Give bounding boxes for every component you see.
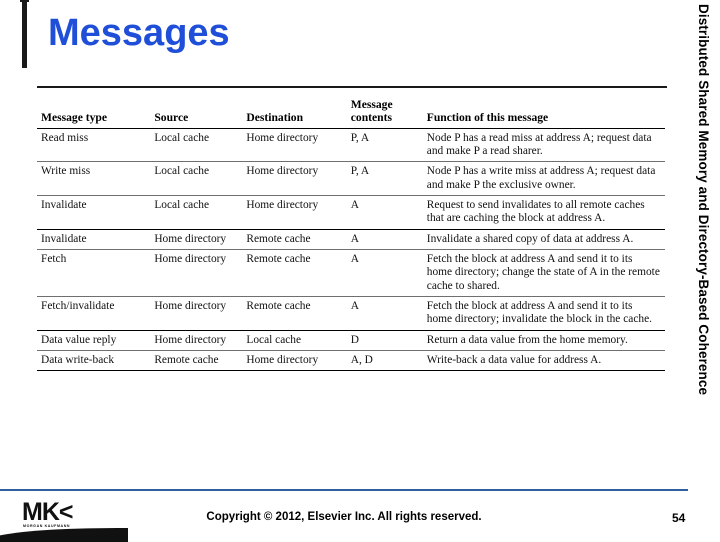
publisher-logo: MK< MORGAN KAUFMANN xyxy=(22,500,84,530)
table-row: Data write-back Remote cache Home direct… xyxy=(37,351,665,371)
cell-contents: A xyxy=(350,232,359,245)
cell-source: Local cache xyxy=(154,199,210,212)
column-header-message-type: Message type xyxy=(41,111,108,125)
messages-table: Message type Source Destination Message … xyxy=(37,96,665,371)
column-header-source: Source xyxy=(154,111,189,125)
cell-source: Home directory xyxy=(154,253,227,266)
cell-message-type: Fetch xyxy=(41,253,67,266)
cell-message-type: Data value reply xyxy=(41,333,117,346)
table-header-row: Message type Source Destination Message … xyxy=(37,96,665,129)
table-header: Message type Source Destination Message … xyxy=(37,96,665,129)
cell-destination: Home directory xyxy=(246,354,319,367)
title-divider xyxy=(37,86,667,88)
cell-contents: P, A xyxy=(350,131,370,144)
cell-source: Home directory xyxy=(154,333,227,346)
cell-contents: A, D xyxy=(350,354,373,367)
cell-destination: Home directory xyxy=(246,165,319,178)
cell-destination: Local cache xyxy=(246,333,302,346)
cell-destination: Remote cache xyxy=(246,253,311,266)
footer-copyright: Copyright © 2012, Elsevier Inc. All righ… xyxy=(206,511,482,523)
cell-contents: D xyxy=(350,333,359,346)
cell-function: Request to send invalidates to all remot… xyxy=(426,199,645,225)
cell-destination: Home directory xyxy=(246,131,319,144)
table-row: Invalidate Local cache Home directory A … xyxy=(37,196,665,230)
cell-message-type: Invalidate xyxy=(41,199,87,212)
cell-message-type: Fetch/invalidate xyxy=(41,300,115,313)
messages-table-wrapper: Message type Source Destination Message … xyxy=(37,96,665,371)
table-row: Fetch/invalidate Home directory Remote c… xyxy=(37,297,665,331)
cell-function: Fetch the block at address A and send it… xyxy=(426,300,652,326)
cell-message-type: Write miss xyxy=(41,165,91,178)
cell-function: Invalidate a shared copy of data at addr… xyxy=(426,232,634,245)
logo-mark: MK< xyxy=(22,498,73,526)
cell-contents: A xyxy=(350,300,359,313)
cell-message-type: Data write-back xyxy=(41,354,115,367)
table-row: Invalidate Home directory Remote cache A… xyxy=(37,229,665,250)
column-header-function: Function of this message xyxy=(426,111,549,125)
table-row: Write miss Local cache Home directory P,… xyxy=(37,162,665,196)
table-row: Fetch Home directory Remote cache A Fetc… xyxy=(37,250,665,297)
cell-destination: Home directory xyxy=(246,199,319,212)
cell-destination: Remote cache xyxy=(246,300,311,313)
cell-contents: A xyxy=(350,199,359,212)
cell-source: Local cache xyxy=(154,165,210,178)
cell-contents: P, A xyxy=(350,165,370,178)
cell-message-type: Invalidate xyxy=(41,232,87,245)
column-header-destination: Destination xyxy=(246,111,304,125)
page-title: Messages xyxy=(48,12,230,54)
cell-function: Return a data value from the home memory… xyxy=(426,333,628,346)
cell-source: Home directory xyxy=(154,300,227,313)
cell-contents: A xyxy=(350,253,359,266)
cell-source: Local cache xyxy=(154,131,210,144)
table-body: Read miss Local cache Home directory P, … xyxy=(37,128,665,371)
cell-function: Node P has a write miss at address A; re… xyxy=(426,165,656,191)
cell-source: Remote cache xyxy=(154,354,219,367)
column-header-message-contents: Message contents xyxy=(350,98,393,125)
cell-message-type: Read miss xyxy=(41,131,89,144)
title-accent-bar xyxy=(22,0,27,68)
cell-function: Write-back a data value for address A. xyxy=(426,354,602,367)
table-row: Read miss Local cache Home directory P, … xyxy=(37,128,665,162)
cell-function: Fetch the block at address A and send it… xyxy=(426,253,660,292)
table-row: Data value reply Home directory Local ca… xyxy=(37,330,665,351)
sidebar-chapter-label: Distributed Shared Memory and Directory-… xyxy=(696,4,712,396)
cell-source: Home directory xyxy=(154,232,227,245)
page-number: 54 xyxy=(672,511,686,525)
cell-function: Node P has a read miss at address A; req… xyxy=(426,131,652,157)
footer-divider xyxy=(0,489,688,491)
cell-destination: Remote cache xyxy=(246,232,311,245)
sidebar-band: Distributed Shared Memory and Directory-… xyxy=(687,0,720,540)
